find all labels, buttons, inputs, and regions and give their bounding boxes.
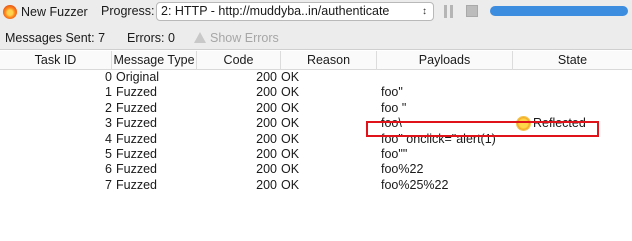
cell-task-id: 4 (105, 131, 112, 146)
cell-reason: OK (281, 131, 300, 146)
pause-icon (444, 5, 447, 18)
table-row[interactable]: 7 Fuzzed 200 OK foo%25%22 (0, 178, 632, 193)
progress-label: Progress: (101, 4, 155, 18)
column-state[interactable]: State (513, 51, 632, 70)
cell-reason: OK (281, 85, 300, 100)
cell-code: 200 (256, 131, 277, 146)
cell-code: 200 (256, 85, 277, 100)
results-table-header: Task ID Message Type Code Reason Payload… (0, 51, 632, 70)
new-fuzzer-button[interactable]: New Fuzzer (3, 3, 88, 21)
new-fuzzer-label: New Fuzzer (21, 5, 88, 19)
table-row[interactable]: 0 Original 200 OK (0, 70, 632, 85)
table-row[interactable]: 6 Fuzzed 200 OK foo%22 (0, 162, 632, 177)
progress-fill (490, 6, 628, 16)
table-row[interactable]: 2 Fuzzed 200 OK foo " (0, 101, 632, 116)
messages-sent: Messages Sent: 7 (5, 31, 106, 45)
cell-message-type: Fuzzed (116, 162, 157, 177)
fuzzer-toolbar: New Fuzzer Progress: 2: HTTP - http://mu… (0, 0, 632, 25)
cell-payload: foo " (381, 100, 407, 115)
cell-reason: OK (281, 70, 300, 84)
cell-code: 200 (256, 70, 277, 84)
show-errors-button[interactable]: Show Errors (194, 31, 279, 45)
cell-code: 200 (256, 162, 277, 177)
cell-reason: OK (281, 177, 300, 192)
cell-payload: foo" (381, 85, 403, 100)
column-message-type[interactable]: Message Type (112, 51, 197, 70)
cell-message-type: Fuzzed (116, 131, 157, 146)
cell-task-id: 2 (105, 100, 112, 115)
cell-message-type: Fuzzed (116, 85, 157, 100)
cell-task-id: 5 (105, 147, 112, 161)
cell-task-id: 7 (105, 177, 112, 192)
stop-button[interactable] (466, 5, 478, 17)
cell-message-type: Original (116, 70, 160, 84)
table-row[interactable]: 5 Fuzzed 200 OK foo"" (0, 147, 632, 162)
cell-task-id: 3 (105, 116, 112, 131)
column-code[interactable]: Code (197, 51, 281, 70)
errors-count: Errors: 0 (127, 31, 175, 45)
progress-select[interactable]: 2: HTTP - http://muddyba..in/authenticat… (156, 2, 434, 21)
cell-task-id: 6 (105, 162, 112, 177)
cell-message-type: Fuzzed (116, 147, 157, 161)
column-task-id[interactable]: Task ID (0, 51, 112, 70)
cell-message-type: Fuzzed (116, 100, 157, 115)
progress-bar (490, 6, 628, 16)
cell-reason: OK (281, 116, 300, 131)
cell-task-id: 1 (105, 85, 112, 100)
cell-reason: OK (281, 147, 300, 161)
cell-code: 200 (256, 177, 277, 192)
column-reason[interactable]: Reason (281, 51, 377, 70)
cell-code: 200 (256, 147, 277, 161)
flame-icon (3, 5, 17, 19)
progress-select-value: 2: HTTP - http://muddyba..in/authenticat… (161, 4, 390, 18)
cell-task-id: 0 (105, 70, 112, 84)
cell-payload: foo"" (381, 147, 408, 161)
cell-reason: OK (281, 100, 300, 115)
cell-payload: foo%25%22 (381, 177, 449, 192)
cell-code: 200 (256, 100, 277, 115)
warning-icon (194, 32, 206, 43)
pause-button[interactable] (444, 5, 456, 18)
cell-message-type: Fuzzed (116, 116, 157, 131)
chevron-updown-icon[interactable]: ↕ (416, 3, 433, 20)
table-row[interactable]: 1 Fuzzed 200 OK foo" (0, 85, 632, 100)
cell-reason: OK (281, 162, 300, 177)
cell-payload: foo%22 (381, 162, 424, 177)
status-row: Messages Sent: 7 Errors: 0 Show Errors (0, 25, 632, 50)
cell-code: 200 (256, 116, 277, 131)
cell-message-type: Fuzzed (116, 177, 157, 192)
show-errors-label: Show Errors (210, 31, 279, 45)
reflected-highlight-box (366, 121, 599, 137)
column-payloads[interactable]: Payloads (377, 51, 513, 70)
